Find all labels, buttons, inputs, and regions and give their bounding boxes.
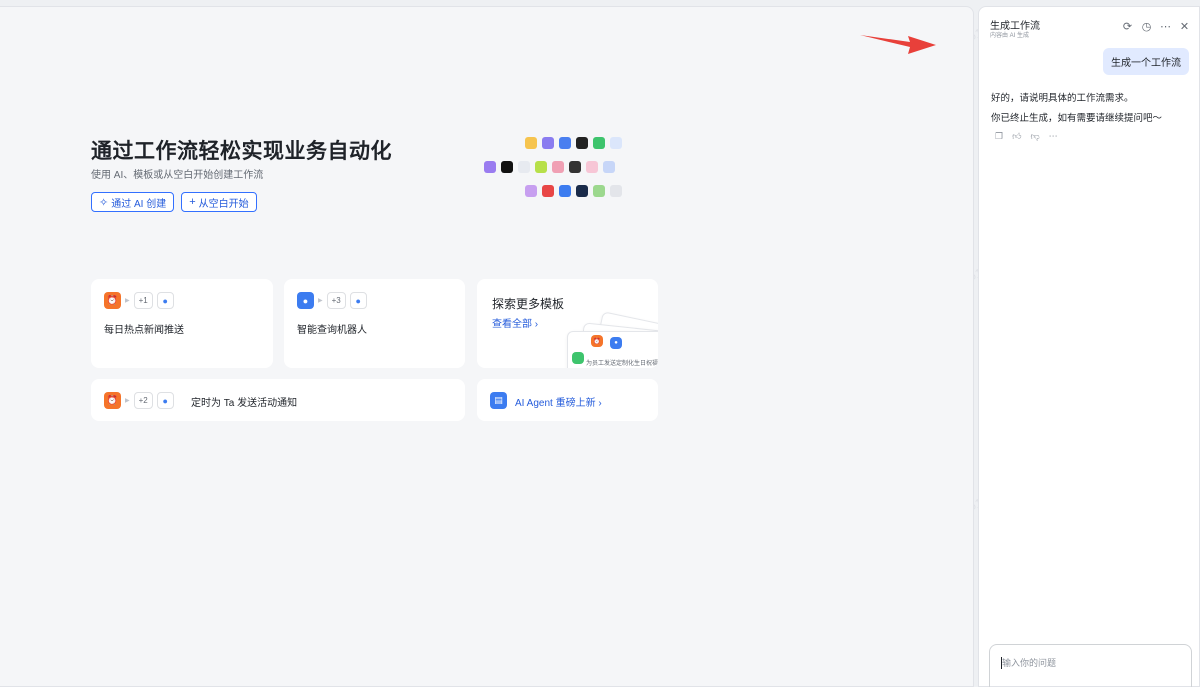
step-count: +3	[326, 292, 346, 309]
more-icon[interactable]: ⋯	[1160, 20, 1171, 33]
alarm-icon: ⏰	[591, 335, 603, 347]
history-icon[interactable]: ◷	[1141, 20, 1152, 33]
chevron-right-icon: ›	[598, 398, 602, 409]
page-subtitle: 使用 AI、模板或从空白开始创建工作流	[91, 170, 264, 181]
template-card-bot[interactable]: ● ▶ +3 ● 智能查询机器人	[284, 279, 465, 368]
app-icon	[593, 137, 605, 149]
create-blank-button[interactable]: + 从空白开始	[181, 192, 257, 212]
app-icon	[576, 185, 588, 197]
chat-bubble-icon: ●	[297, 292, 314, 309]
message-actions: ❐ 👍︎ 👎︎ ⋯	[995, 131, 1058, 142]
chat-input-box[interactable]	[989, 644, 1192, 687]
panel-toolbar: ⟳ ◷ ⋯ ✕	[1122, 20, 1190, 33]
app-icon	[610, 137, 622, 149]
template-name: 每日热点新闻推送	[104, 325, 184, 336]
step-count: +1	[133, 292, 153, 309]
app-icon	[586, 161, 598, 173]
panel-subtitle: 内容由 AI 生成	[990, 33, 1030, 39]
workflow-home: 通过工作流轻松实现业务自动化 使用 AI、模板或从空白开始创建工作流 ✧ 通过 …	[0, 6, 974, 687]
create-actions: ✧ 通过 AI 创建 + 从空白开始	[91, 192, 257, 212]
app-icon	[535, 161, 547, 173]
triangle-right-icon: ▶	[125, 298, 130, 304]
app-icon	[593, 185, 605, 197]
close-icon[interactable]: ✕	[1179, 20, 1190, 33]
triangle-right-icon: ▶	[125, 398, 130, 404]
copy-icon[interactable]: ❐	[995, 131, 1003, 142]
template-name: 定时为 Ta 发送活动通知	[191, 398, 298, 409]
explore-templates-card[interactable]: 探索更多模板 查看全部 › ⏰ ● 为员工发送定制化生日祝福	[477, 279, 658, 368]
alarm-icon: ⏰	[104, 392, 121, 409]
ai-agent-link[interactable]: AI Agent 重磅上新 ›	[515, 394, 602, 409]
app-icon	[576, 137, 588, 149]
app-icon	[610, 185, 622, 197]
app-icon	[552, 161, 564, 173]
app-icon	[518, 161, 530, 173]
chat-icon: ●	[156, 292, 174, 309]
user-message: 生成一个工作流	[1103, 48, 1189, 75]
chat-icon: ●	[156, 392, 174, 409]
app-icon	[603, 161, 615, 173]
assistant-message: 你已终止生成，如有需要请继续提问吧～	[991, 113, 1163, 124]
app-icon	[501, 161, 513, 173]
chat-icon: ●	[349, 292, 367, 309]
ai-chat-panel: 生成工作流 内容由 AI 生成 ⟳ ◷ ⋯ ✕ 生成一个工作流 好的，请说明具体…	[978, 6, 1200, 687]
app-icons-illustration	[480, 133, 630, 203]
preview-text: 为员工发送定制化生日祝福	[586, 361, 658, 367]
plus-icon: +	[189, 196, 196, 208]
template-flow: ⏰ ▶ +2 ●	[104, 392, 174, 409]
view-all-link[interactable]: 查看全部 ›	[492, 315, 538, 330]
more-icon[interactable]: ⋯	[1049, 131, 1058, 142]
template-name: 智能查询机器人	[297, 325, 367, 336]
sparkle-icon: ✧	[99, 196, 109, 209]
assistant-message: 好的，请说明具体的工作流需求。	[991, 93, 1134, 104]
app-icon	[525, 185, 537, 197]
new-chat-icon[interactable]: ⟳	[1122, 20, 1133, 33]
app-icon	[542, 137, 554, 149]
app-icon	[542, 185, 554, 197]
app-icon	[569, 161, 581, 173]
thumbs-down-icon[interactable]: 👎︎	[1030, 131, 1039, 142]
chevron-right-icon: ›	[534, 319, 539, 330]
green-app-icon	[572, 352, 584, 364]
alarm-icon: ⏰	[104, 292, 121, 309]
template-flow: ● ▶ +3 ●	[297, 292, 367, 309]
template-flow: ⏰ ▶ +1 ●	[104, 292, 174, 309]
app-icon	[559, 185, 571, 197]
ai-agent-card[interactable]: ▤ AI Agent 重磅上新 ›	[477, 379, 658, 421]
app-icon	[525, 137, 537, 149]
app-icon	[559, 137, 571, 149]
thumbs-up-icon[interactable]: 👍︎	[1012, 131, 1021, 142]
triangle-right-icon: ▶	[318, 298, 323, 304]
explore-title: 探索更多模板	[492, 297, 565, 311]
step-count: +2	[133, 392, 153, 409]
red-arrow-annotation	[860, 35, 936, 54]
app-icon	[484, 161, 496, 173]
preview-card: ⏰ ● 为员工发送定制化生日祝福	[567, 331, 658, 368]
template-card-notify[interactable]: ⏰ ▶ +2 ● 定时为 Ta 发送活动通知	[91, 379, 465, 421]
chat-input[interactable]	[1002, 658, 1182, 668]
document-icon: ▤	[490, 392, 507, 409]
gear-icon: ●	[610, 337, 622, 349]
page-title: 通过工作流轻松实现业务自动化	[91, 140, 392, 163]
create-with-ai-button[interactable]: ✧ 通过 AI 创建	[91, 192, 175, 212]
template-card-news[interactable]: ⏰ ▶ +1 ● 每日热点新闻推送	[91, 279, 273, 368]
